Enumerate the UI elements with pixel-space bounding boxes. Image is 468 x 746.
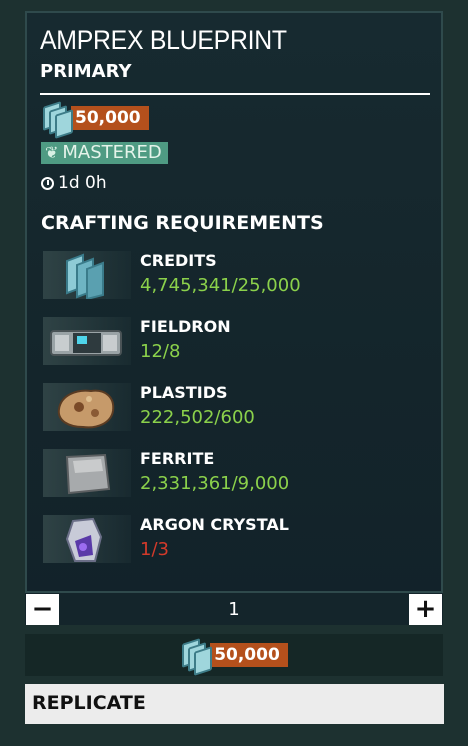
- credits-icon: [41, 101, 73, 139]
- requirement-name: FERRITE: [140, 449, 215, 468]
- requirement-count: 12/8: [140, 341, 181, 362]
- requirement-plastids[interactable]: PLASTIDS 222,502/600: [43, 383, 423, 435]
- increase-quantity-button[interactable]: +: [409, 594, 442, 625]
- item-title: AMPREX BLUEPRINT: [40, 25, 287, 55]
- quantity-value: 1: [228, 599, 240, 620]
- requirement-count: 1/3: [140, 539, 169, 560]
- title-divider: [40, 93, 430, 95]
- fieldron-icon: [43, 317, 131, 365]
- build-time-value: 1d 0h: [58, 173, 107, 193]
- total-cost: 50,000: [25, 634, 443, 676]
- requirement-name: PLASTIDS: [140, 383, 228, 402]
- blueprint-price: 50,000: [41, 101, 149, 139]
- replicate-button[interactable]: REPLICATE: [25, 684, 444, 724]
- item-category: PRIMARY: [40, 61, 132, 82]
- ferrite-icon: [43, 449, 131, 497]
- mastered-label: MASTERED: [62, 142, 162, 163]
- build-time: 1d 0h: [41, 173, 107, 193]
- laurel-icon: ❦: [45, 143, 59, 162]
- total-price-badge: 50,000: [210, 643, 288, 667]
- requirement-fieldron[interactable]: FIELDRON 12/8: [43, 317, 423, 369]
- requirement-ferrite[interactable]: FERRITE 2,331,361/9,000: [43, 449, 423, 501]
- requirements-header: CRAFTING REQUIREMENTS: [41, 212, 324, 234]
- argon-crystal-icon: [43, 515, 131, 563]
- requirement-count: 2,331,361/9,000: [140, 473, 290, 494]
- plastids-icon: [43, 383, 131, 431]
- credits-icon: [43, 251, 131, 299]
- blueprint-panel: AMPREX BLUEPRINT PRIMARY 50,000 ❦ MASTER…: [25, 11, 443, 624]
- mastered-status: ❦ MASTERED: [41, 142, 168, 164]
- requirement-name: FIELDRON: [140, 317, 231, 336]
- price-badge: 50,000: [71, 106, 149, 130]
- quantity-stepper: − 1 +: [25, 591, 443, 625]
- requirement-count: 222,502/600: [140, 407, 255, 428]
- requirement-argon-crystal[interactable]: ARGON CRYSTAL 1/3: [43, 515, 423, 567]
- requirement-name: CREDITS: [140, 251, 217, 270]
- mastered-badge: ❦ MASTERED: [41, 142, 168, 164]
- requirement-name: ARGON CRYSTAL: [140, 515, 289, 534]
- requirement-credits[interactable]: CREDITS 4,745,341/25,000: [43, 251, 423, 303]
- credits-icon: [180, 638, 213, 676]
- requirement-count: 4,745,341/25,000: [140, 275, 301, 296]
- clock-icon: [41, 176, 54, 190]
